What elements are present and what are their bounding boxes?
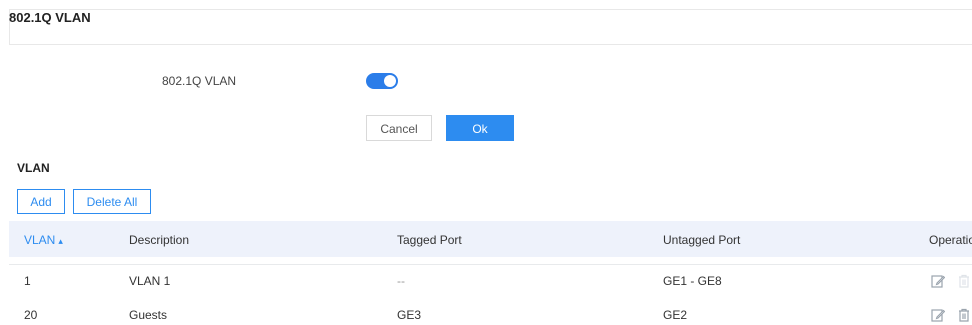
trash-icon[interactable]	[957, 308, 971, 322]
ok-button[interactable]: Ok	[446, 115, 514, 141]
vlan-section-title: VLAN	[17, 161, 50, 175]
table-cell-vlan: 1	[24, 274, 31, 288]
column-header-operation: Operatio	[929, 233, 972, 247]
panel-title: 802.1Q VLAN	[9, 10, 91, 25]
column-header-vlan-label: VLAN	[24, 233, 56, 247]
column-header-vlan[interactable]: VLAN ▴	[24, 233, 63, 247]
vlan-toggle-switch[interactable]	[366, 73, 398, 89]
table-cell-description: Guests	[129, 308, 168, 322]
vlan-toggle-label: 802.1Q VLAN	[162, 74, 237, 88]
table-cell-untagged: GE2	[663, 308, 688, 322]
cancel-button[interactable]: Cancel	[366, 115, 432, 141]
delete-all-button[interactable]: Delete All	[73, 189, 151, 214]
panel-header	[9, 9, 972, 45]
add-button[interactable]: Add	[17, 189, 65, 214]
table-cell-description: VLAN 1	[129, 274, 171, 288]
table-cell-tagged: GE3	[397, 308, 422, 322]
toggle-knob	[384, 75, 396, 87]
table-cell-tagged: --	[397, 274, 405, 288]
table-cell-vlan: 20	[24, 308, 38, 322]
column-header-description: Description	[129, 233, 190, 247]
column-header-tagged-port: Tagged Port	[397, 233, 462, 247]
sort-icon[interactable]: ▴	[58, 236, 63, 246]
trash-icon[interactable]	[957, 274, 971, 288]
column-header-untagged-port: Untagged Port	[663, 233, 741, 247]
edit-icon[interactable]	[931, 308, 945, 322]
edit-icon[interactable]	[931, 274, 945, 288]
table-cell-untagged: GE1 - GE8	[663, 274, 722, 288]
row-divider	[9, 264, 972, 265]
